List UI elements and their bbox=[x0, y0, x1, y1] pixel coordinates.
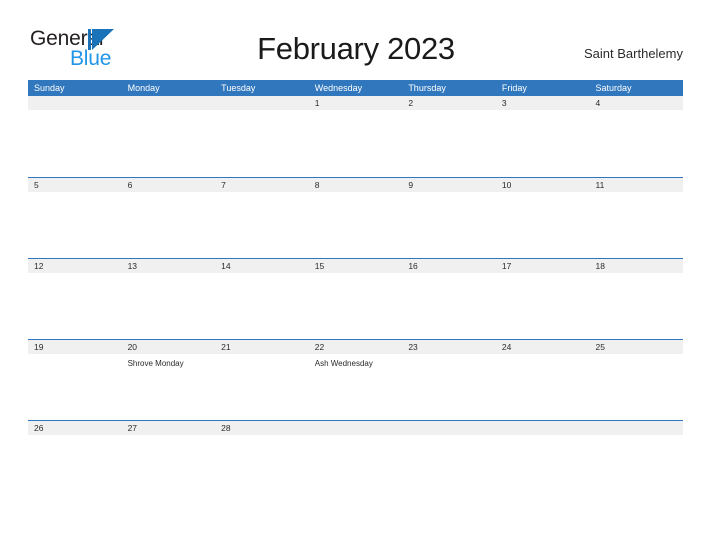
date-number-band: 12 13 14 15 16 17 18 bbox=[28, 258, 683, 273]
day-number-18[interactable]: 18 bbox=[589, 259, 683, 273]
day-number-22[interactable]: 22 bbox=[309, 340, 403, 354]
day-cell-5[interactable] bbox=[28, 192, 122, 258]
calendar-week-row: 26 27 28 bbox=[28, 420, 683, 501]
day-cell-8[interactable] bbox=[309, 192, 403, 258]
page-header: General Blue February 2023 Saint Barthel… bbox=[0, 0, 712, 69]
day-number-17[interactable]: 17 bbox=[496, 259, 590, 273]
day-cell-21[interactable] bbox=[215, 354, 309, 420]
event-band bbox=[28, 192, 683, 258]
day-cell-23[interactable] bbox=[402, 354, 496, 420]
day-cell-26[interactable] bbox=[28, 435, 122, 501]
day-cell-16[interactable] bbox=[402, 273, 496, 339]
day-number-7[interactable]: 7 bbox=[215, 178, 309, 192]
day-cell-2[interactable] bbox=[402, 110, 496, 176]
day-cell-10[interactable] bbox=[496, 192, 590, 258]
weekday-header-wednesday: Wednesday bbox=[314, 83, 363, 93]
day-cell-empty bbox=[215, 110, 309, 176]
day-cell-27[interactable] bbox=[122, 435, 216, 501]
day-number-3[interactable]: 3 bbox=[496, 96, 590, 110]
day-number-16[interactable]: 16 bbox=[402, 259, 496, 273]
day-number-empty bbox=[28, 96, 122, 110]
day-number-9[interactable]: 9 bbox=[402, 178, 496, 192]
calendar-event: Ash Wednesday bbox=[314, 359, 373, 368]
day-number-12[interactable]: 12 bbox=[28, 259, 122, 273]
weekday-header-sunday: Sunday bbox=[34, 83, 65, 93]
day-cell-empty bbox=[402, 435, 496, 501]
day-cell-19[interactable] bbox=[28, 354, 122, 420]
calendar-weeks: 1 2 3 4 5 6 7 8 9 10 11 12 13 14 15 16 17 18 19 20 21 22 23 24 2… bbox=[28, 96, 683, 501]
day-cell-13[interactable] bbox=[122, 273, 216, 339]
weekday-header-monday: Monday bbox=[127, 83, 160, 93]
day-number-empty bbox=[589, 421, 683, 435]
locale-label: Saint Barthelemy bbox=[584, 46, 683, 61]
calendar-event: Shrove Monday bbox=[127, 359, 184, 368]
calendar-grid: Sunday Monday Tuesday Wednesday Thursday Frid… bbox=[28, 80, 683, 501]
date-number-band: 5 6 7 8 9 10 11 bbox=[28, 177, 683, 192]
day-cell-22[interactable]: Ash Wednesday bbox=[309, 354, 403, 420]
day-number-15[interactable]: 15 bbox=[309, 259, 403, 273]
day-cell-28[interactable] bbox=[215, 435, 309, 501]
day-number-14[interactable]: 14 bbox=[215, 259, 309, 273]
day-number-21[interactable]: 21 bbox=[215, 340, 309, 354]
day-number-10[interactable]: 10 bbox=[496, 178, 590, 192]
calendar-week-row: 1234 bbox=[28, 96, 683, 177]
day-number-11[interactable]: 11 bbox=[589, 178, 683, 192]
weekday-header-saturday: Saturday bbox=[595, 83, 632, 93]
day-number-empty bbox=[215, 96, 309, 110]
day-cell-24[interactable] bbox=[496, 354, 590, 420]
day-cell-empty bbox=[496, 435, 590, 501]
day-number-23[interactable]: 23 bbox=[402, 340, 496, 354]
day-cell-20[interactable]: Shrove Monday bbox=[122, 354, 216, 420]
date-number-band: 1234 bbox=[28, 96, 683, 110]
day-number-24[interactable]: 24 bbox=[496, 340, 590, 354]
date-number-band: 26 27 28 bbox=[28, 420, 683, 435]
day-cell-3[interactable] bbox=[496, 110, 590, 176]
day-number-empty bbox=[309, 421, 403, 435]
day-number-empty bbox=[496, 421, 590, 435]
day-number-19[interactable]: 19 bbox=[28, 340, 122, 354]
day-number-empty bbox=[402, 421, 496, 435]
day-cell-12[interactable] bbox=[28, 273, 122, 339]
day-number-25[interactable]: 25 bbox=[589, 340, 683, 354]
event-band bbox=[28, 110, 683, 176]
day-number-20[interactable]: 20 bbox=[122, 340, 216, 354]
weekday-header-thursday: Thursday bbox=[408, 83, 446, 93]
day-number-26[interactable]: 26 bbox=[28, 421, 122, 435]
day-cell-empty bbox=[589, 435, 683, 501]
day-cell-1[interactable] bbox=[309, 110, 403, 176]
day-cell-empty bbox=[309, 435, 403, 501]
day-number-empty bbox=[122, 96, 216, 110]
day-cell-empty bbox=[122, 110, 216, 176]
day-cell-6[interactable] bbox=[122, 192, 216, 258]
day-cell-9[interactable] bbox=[402, 192, 496, 258]
day-number-6[interactable]: 6 bbox=[122, 178, 216, 192]
day-number-28[interactable]: 28 bbox=[215, 421, 309, 435]
day-cell-17[interactable] bbox=[496, 273, 590, 339]
day-cell-14[interactable] bbox=[215, 273, 309, 339]
day-cell-15[interactable] bbox=[309, 273, 403, 339]
day-cell-empty bbox=[28, 110, 122, 176]
day-cell-7[interactable] bbox=[215, 192, 309, 258]
day-number-5[interactable]: 5 bbox=[28, 178, 122, 192]
event-band bbox=[28, 435, 683, 501]
day-number-27[interactable]: 27 bbox=[122, 421, 216, 435]
day-number-4[interactable]: 4 bbox=[589, 96, 683, 110]
date-number-band: 19 20 21 22 23 24 25 bbox=[28, 339, 683, 354]
calendar-week-row: 19 20 21 22 23 24 25 Shrove Monday Ash Wednesday bbox=[28, 339, 683, 420]
day-number-2[interactable]: 2 bbox=[402, 96, 496, 110]
event-band: Shrove Monday Ash Wednesday bbox=[28, 354, 683, 420]
weekday-header-tuesday: Tuesday bbox=[221, 83, 256, 93]
day-cell-4[interactable] bbox=[589, 110, 683, 176]
day-cell-25[interactable] bbox=[589, 354, 683, 420]
weekday-header-row: Sunday Monday Tuesday Wednesday Thursday Frid… bbox=[28, 80, 683, 96]
day-number-13[interactable]: 13 bbox=[122, 259, 216, 273]
calendar-week-row: 12 13 14 15 16 17 18 bbox=[28, 258, 683, 339]
calendar-week-row: 5 6 7 8 9 10 11 bbox=[28, 177, 683, 258]
day-cell-18[interactable] bbox=[589, 273, 683, 339]
day-number-8[interactable]: 8 bbox=[309, 178, 403, 192]
event-band bbox=[28, 273, 683, 339]
weekday-header-friday: Friday bbox=[501, 83, 527, 93]
day-cell-11[interactable] bbox=[589, 192, 683, 258]
day-number-1[interactable]: 1 bbox=[309, 96, 403, 110]
